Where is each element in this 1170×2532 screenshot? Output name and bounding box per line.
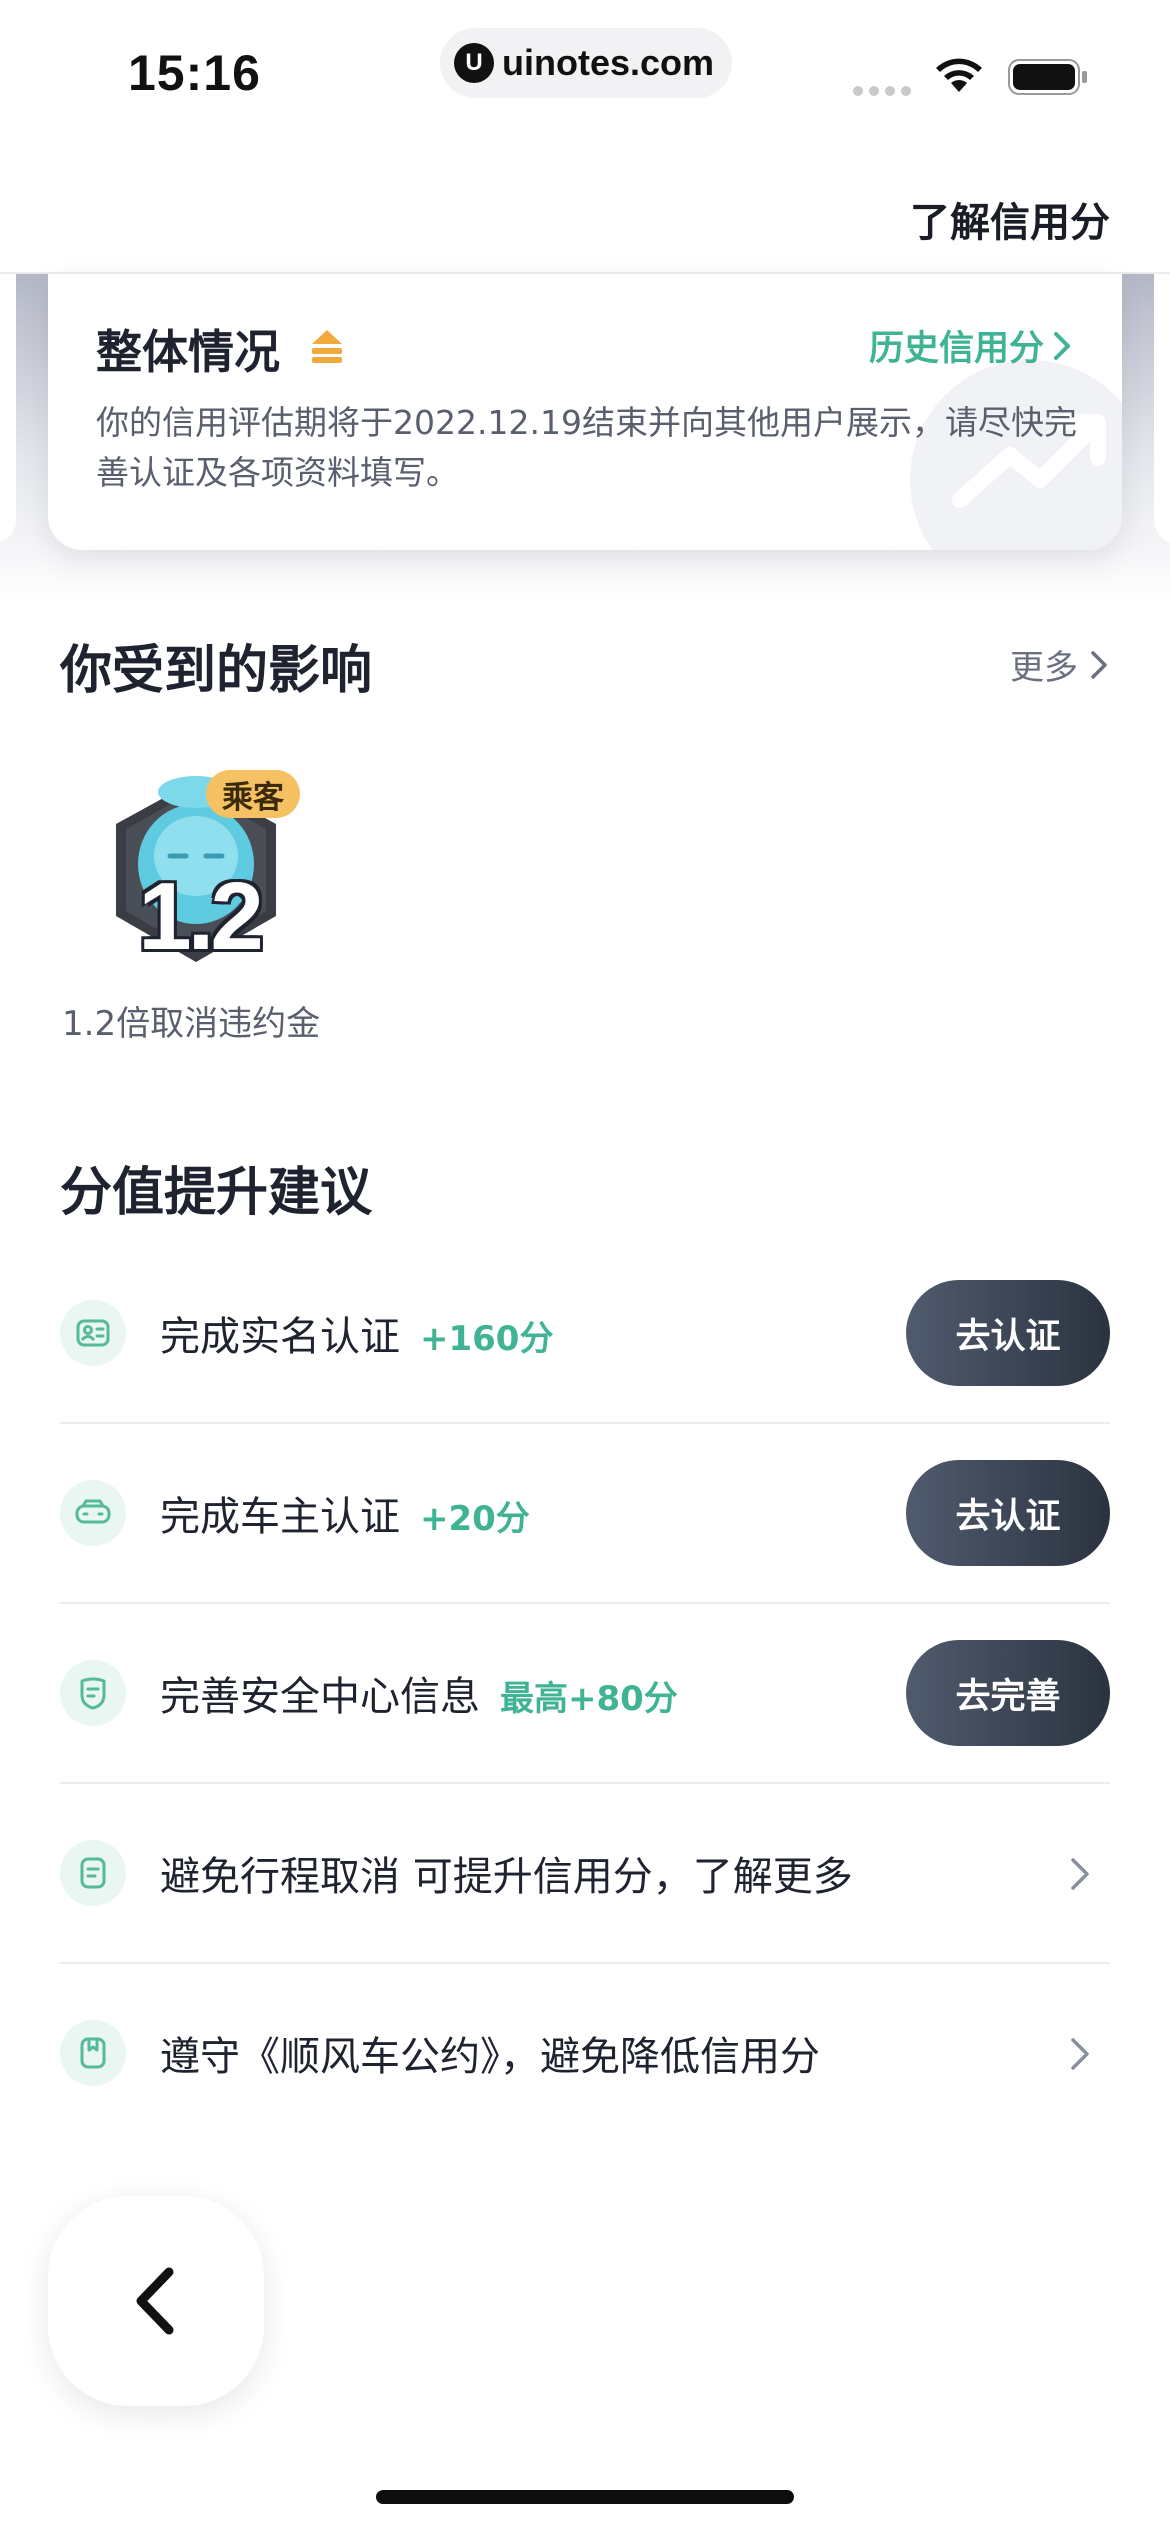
bookmark-icon — [60, 2020, 126, 2086]
shield-icon — [60, 1660, 126, 1726]
penalty-badge-value: 1.2 — [138, 863, 263, 970]
suggestion-points: +20分 — [420, 1499, 530, 1539]
overview-card: 整体情况 历史信用分 你的信用评估期将于2022.12.19结束并向其他用户展示… — [48, 274, 1122, 550]
suggestion-row-safety-center: 完善安全中心信息 最高+80分 去完善 — [60, 1604, 1110, 1784]
chevron-right-icon — [1071, 1858, 1089, 1890]
verify-real-name-button[interactable]: 去认证 — [906, 1280, 1110, 1386]
suggestion-label: 完善安全中心信息 最高+80分 — [160, 1664, 678, 1722]
suggestion-points: +160分 — [420, 1319, 554, 1359]
impact-more-label: 更多 — [1010, 648, 1078, 688]
verify-car-owner-button[interactable]: 去认证 — [906, 1460, 1110, 1566]
history-link-label: 历史信用分 — [868, 329, 1044, 369]
suggestion-text: 完成车主认证 — [160, 1494, 400, 1540]
impact-section-title: 你受到的影响 — [60, 641, 373, 701]
chevron-right-icon — [1071, 2038, 1089, 2070]
overview-title: 整体情况 — [96, 325, 280, 379]
document-icon — [60, 1840, 126, 1906]
wifi-icon — [936, 58, 982, 92]
impact-more-link[interactable]: 更多 — [1010, 640, 1108, 689]
suggestion-points: 最高+80分 — [500, 1679, 678, 1719]
site-logo-icon: U — [454, 43, 494, 83]
url-text: uinotes.com — [502, 42, 715, 83]
suggestion-row-convention[interactable]: 遵守《顺风车公约》，避免降低信用分 — [60, 1964, 1110, 2144]
suggestion-label: 完成车主认证 +20分 — [160, 1484, 530, 1542]
suggestion-label: 完成实名认证 +160分 — [160, 1304, 553, 1362]
suggestion-text: 完成实名认证 — [160, 1314, 400, 1360]
previous-card-peek[interactable] — [0, 274, 16, 544]
back-button[interactable] — [48, 2196, 264, 2406]
next-card-peek[interactable] — [1154, 274, 1170, 544]
url-pill[interactable]: U uinotes.com — [440, 28, 732, 98]
suggestion-text: 遵守《顺风车公约》，避免降低信用分 — [160, 2034, 820, 2080]
status-bar: 15:16 U uinotes.com — [0, 0, 1170, 150]
passenger-tag: 乘客 — [206, 770, 300, 818]
status-time: 15:16 — [128, 45, 261, 101]
id-card-icon — [60, 1300, 126, 1366]
penalty-caption: 1.2倍取消违约金 — [62, 1004, 321, 1044]
chevron-right-icon — [1091, 650, 1107, 679]
battery-icon — [1008, 59, 1087, 95]
suggestion-text: 避免行程取消 可提升信用分，了解更多 — [160, 1854, 853, 1900]
suggestion-row-avoid-cancel[interactable]: 避免行程取消 可提升信用分，了解更多 — [60, 1784, 1110, 1964]
suggestions-section-title: 分值提升建议 — [60, 1163, 373, 1223]
complete-safety-info-button[interactable]: 去完善 — [906, 1640, 1110, 1746]
chevron-right-icon — [1054, 331, 1070, 360]
suggestion-text: 完善安全中心信息 — [160, 1674, 480, 1720]
trend-up-icon — [312, 330, 342, 363]
cellular-signal-icon — [853, 86, 911, 96]
home-indicator[interactable] — [376, 2490, 794, 2504]
car-icon — [60, 1480, 126, 1546]
overview-description: 你的信用评估期将于2022.12.19结束并向其他用户展示，请尽快完善认证及各项… — [96, 403, 1077, 492]
suggestion-row-car-owner: 完成车主认证 +20分 去认证 — [60, 1424, 1110, 1604]
learn-credit-score-link[interactable]: 了解信用分 — [910, 190, 1110, 248]
chevron-left-icon — [136, 2267, 174, 2335]
suggestion-row-real-name: 完成实名认证 +160分 去认证 — [60, 1244, 1110, 1424]
history-credit-score-link[interactable]: 历史信用分 — [869, 320, 1072, 371]
